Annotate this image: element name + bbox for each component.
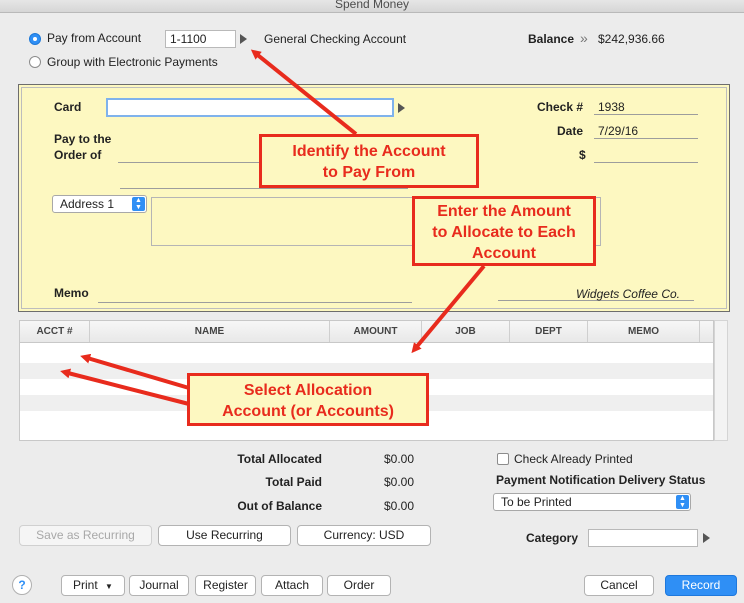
callout-enter-line3: Account — [472, 245, 536, 262]
arrow-select-account-2 — [60, 368, 190, 406]
callout-enter-line2: to Allocate to Each — [432, 224, 576, 241]
callout-select-line2: Account (or Accounts) — [222, 403, 394, 420]
annotation-arrows — [60, 49, 486, 406]
callout-enter-line1: Enter the Amount — [437, 203, 571, 220]
arrow-enter-amount — [411, 264, 486, 354]
callout-identify-line2: to Pay From — [322, 164, 416, 181]
callout-identify-line1: Identify the Account — [292, 143, 446, 160]
callout-select-account: Select Allocation Account (or Accounts) — [187, 373, 429, 426]
callout-select-line1: Select Allocation — [243, 382, 373, 399]
callout-enter-amount: Enter the Amount to Allocate to Each Acc… — [412, 196, 596, 266]
arrow-identify-account — [250, 49, 358, 136]
arrow-select-account-1 — [80, 353, 190, 390]
callout-identify-account: Identify the Account to Pay From — [259, 134, 479, 188]
